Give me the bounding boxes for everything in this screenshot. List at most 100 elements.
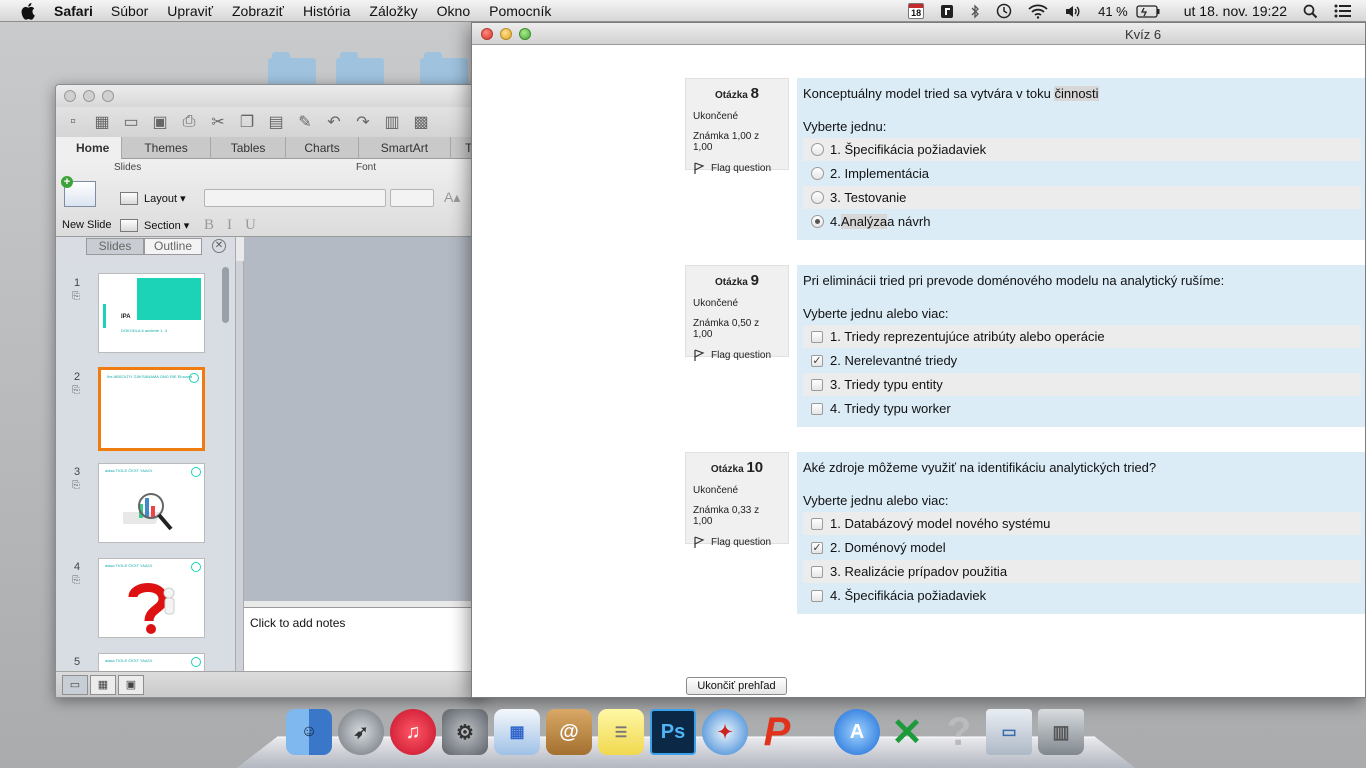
app-store-icon[interactable]: A — [834, 709, 880, 755]
redo-icon[interactable]: ↷ — [352, 112, 374, 132]
slide-thumbnail-2[interactable]: Ihe ABSOLTIY ZJIKSANAMA ONG RIE Elocana — [98, 367, 205, 451]
volume-icon[interactable] — [1064, 4, 1082, 19]
toolbox-icon[interactable]: ▩ — [410, 112, 432, 132]
contacts-icon[interactable]: @ — [546, 709, 592, 755]
notification-center-icon[interactable] — [1334, 4, 1352, 18]
answer-option[interactable]: 3. Realizácie prípadov použitia — [803, 560, 1361, 583]
flag-question-link[interactable]: Flag question — [693, 162, 781, 174]
close-panel-icon[interactable]: ✕ — [212, 239, 226, 253]
apple-icon[interactable] — [18, 0, 40, 22]
tab-smartart[interactable]: SmartArt — [359, 137, 452, 159]
templates-icon[interactable]: ▦ — [91, 112, 113, 132]
print-icon[interactable]: ⎙ — [178, 112, 200, 132]
zoom-button[interactable] — [519, 28, 531, 40]
radio-button[interactable] — [811, 143, 824, 156]
answer-option[interactable]: 1. Špecifikácia požiadaviek — [803, 138, 1361, 161]
font-format-buttons[interactable]: BIU — [204, 217, 269, 234]
bluetooth-icon[interactable] — [970, 3, 980, 19]
battery-icon[interactable] — [1136, 4, 1160, 18]
grow-font-icon[interactable]: A▴ — [444, 189, 460, 206]
tab-outline[interactable]: Outline — [144, 238, 202, 255]
trash-icon[interactable]: ▥ — [1038, 709, 1084, 755]
itunes-icon[interactable]: ♫ — [390, 709, 436, 755]
answer-option-selected[interactable]: ✓ 2. Doménový model — [803, 536, 1361, 559]
tab-themes[interactable]: Themes — [122, 137, 211, 159]
ppt-minimize-button[interactable] — [83, 90, 95, 102]
menu-historia[interactable]: História — [303, 3, 350, 19]
answer-option[interactable]: 1. Triedy reprezentujúce atribúty alebo … — [803, 325, 1361, 348]
font-name-field[interactable] — [204, 189, 386, 207]
menu-subor[interactable]: Súbor — [111, 3, 148, 19]
excel-icon[interactable]: ✕ — [884, 709, 930, 755]
flag-question-link[interactable]: Flag question — [693, 536, 781, 548]
checkbox[interactable] — [811, 378, 823, 391]
font-size-field[interactable] — [390, 189, 434, 207]
safari-icon[interactable]: ✦ — [702, 709, 748, 755]
close-button[interactable] — [481, 28, 493, 40]
slide-thumbnail-4[interactable]: aiasa TIOLE ČKST YAAOI — [98, 558, 205, 638]
normal-view-button[interactable]: ▭ — [62, 675, 88, 695]
tab-tables[interactable]: Tables — [211, 137, 287, 159]
desktop-folder-icon[interactable] — [268, 52, 316, 86]
answer-option[interactable]: 1. Databázový model nového systému — [803, 512, 1361, 535]
checkbox[interactable] — [811, 589, 823, 602]
desktop-folder-icon[interactable] — [420, 52, 468, 86]
preview-icon[interactable]: ▦ — [494, 709, 540, 755]
new-slide-button[interactable]: New Slide — [62, 219, 112, 231]
menu-upravit[interactable]: Upraviť — [167, 3, 213, 19]
paste-icon[interactable]: ▤ — [265, 112, 287, 132]
undo-icon[interactable]: ↶ — [323, 112, 345, 132]
evernote-icon[interactable] — [940, 4, 954, 19]
save-icon[interactable]: ▣ — [149, 112, 171, 132]
new-document-icon[interactable]: ▫ — [62, 112, 84, 132]
slide-thumbnail-1[interactable]: IPA DOKODLA 6 andenie 1. 4 — [98, 273, 205, 353]
checkbox[interactable] — [811, 330, 823, 343]
finish-review-button[interactable]: Ukončiť prehľad — [686, 677, 787, 695]
time-machine-icon[interactable] — [996, 3, 1012, 19]
menu-zalozky[interactable]: Záložky — [369, 3, 417, 19]
checkbox-checked[interactable]: ✓ — [811, 541, 823, 554]
finder-icon[interactable]: ☺ — [286, 709, 332, 755]
copy-icon[interactable]: ❐ — [236, 112, 258, 132]
ppt-zoom-button[interactable] — [102, 90, 114, 102]
menu-pomocnik[interactable]: Pomocník — [489, 3, 551, 19]
slide-thumbnail-3[interactable]: aiasa TIOLE ČKST YAAOI — [98, 463, 205, 543]
answer-option[interactable]: 2. Implementácia — [803, 162, 1361, 185]
splitter-handle[interactable] — [236, 261, 244, 671]
answer-option[interactable]: 4. Triedy typu worker — [803, 397, 1361, 420]
screen-sharing-icon[interactable]: ▭ — [986, 709, 1032, 755]
checkbox[interactable] — [811, 565, 823, 578]
powerpoint-icon[interactable]: P — [754, 709, 800, 755]
open-icon[interactable]: ▭ — [120, 112, 142, 132]
desktop-folder-icon[interactable] — [336, 52, 384, 86]
notes-pane[interactable]: Click to add notes — [244, 607, 484, 671]
checkbox[interactable] — [811, 517, 823, 530]
ppt-close-button[interactable] — [64, 90, 76, 102]
layout-button[interactable]: Layout ▾ — [120, 192, 186, 205]
answer-option[interactable]: 3. Testovanie — [803, 186, 1361, 209]
launchpad-icon[interactable]: ➶ — [338, 709, 384, 755]
calendar-icon[interactable]: 18 — [908, 3, 925, 19]
minimize-button[interactable] — [500, 28, 512, 40]
slide-canvas[interactable] — [244, 237, 484, 601]
answer-option[interactable]: 3. Triedy typu entity — [803, 373, 1361, 396]
flag-question-link[interactable]: Flag question — [693, 349, 781, 361]
answer-option-selected[interactable]: ✓ 2. Nerelevantné triedy — [803, 349, 1361, 372]
tab-slides[interactable]: Slides — [86, 238, 144, 255]
slides-scrollbar[interactable] — [222, 267, 229, 323]
radio-button[interactable] — [811, 167, 824, 180]
menu-okno[interactable]: Okno — [437, 3, 470, 19]
cut-icon[interactable]: ✂ — [207, 112, 229, 132]
system-preferences-icon[interactable]: ⚙ — [442, 709, 488, 755]
new-slide-icon[interactable]: + — [61, 176, 96, 207]
photoshop-icon[interactable]: Ps — [650, 709, 696, 755]
radio-button-selected[interactable] — [811, 215, 824, 228]
answer-option[interactable]: 4. Špecifikácia požiadaviek — [803, 584, 1361, 607]
slide-show-button[interactable]: ▣ — [118, 675, 144, 695]
stickies-icon[interactable]: ☰ — [598, 709, 644, 755]
slide-sorter-view-button[interactable]: ▦ — [90, 675, 116, 695]
section-button[interactable]: Section ▾ — [120, 219, 189, 232]
help-icon[interactable]: ? — [936, 709, 982, 755]
clock[interactable]: ut 18. nov. 19:22 — [1184, 3, 1287, 19]
spotlight-search-icon[interactable] — [1303, 4, 1318, 19]
